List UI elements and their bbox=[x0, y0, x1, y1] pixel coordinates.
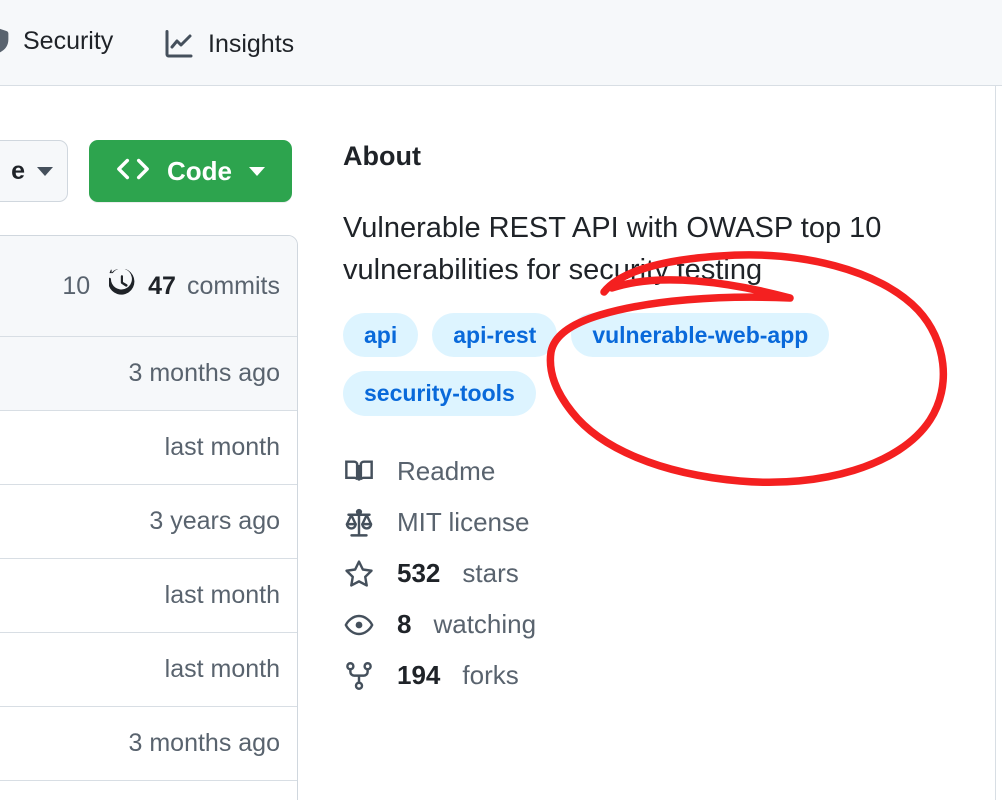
stars-label: stars bbox=[462, 558, 519, 589]
about-sidebar: About Vulnerable REST API with OWASP top… bbox=[343, 140, 983, 691]
readme-label: Readme bbox=[397, 456, 496, 487]
repository-description: Vulnerable REST API with OWASP top 10 vu… bbox=[343, 212, 882, 286]
forks-label: forks bbox=[462, 660, 519, 691]
shield-icon bbox=[0, 28, 10, 54]
forks-count: 194 bbox=[397, 660, 441, 691]
file-time: 3 years ago bbox=[149, 507, 280, 535]
eye-icon bbox=[343, 610, 375, 640]
fork-icon bbox=[343, 661, 375, 691]
contributors-count: 10 bbox=[62, 271, 91, 300]
latest-commit-header: 10 47 commits bbox=[0, 236, 297, 337]
file-list-table: 10 47 commits 3 months ago last month 3 … bbox=[0, 235, 298, 800]
repository-page: Security Insights e Code 10 47 commits 3… bbox=[0, 0, 1002, 800]
law-icon bbox=[343, 508, 375, 538]
nav-item-security-label: Security bbox=[23, 26, 114, 55]
star-icon bbox=[343, 559, 375, 589]
table-row[interactable]: ... last month bbox=[0, 633, 297, 707]
chevron-down-icon bbox=[37, 166, 53, 176]
commits-count: 47 bbox=[148, 271, 176, 300]
topic-tag-vulnerable-web-app[interactable]: vulnerable-web-app bbox=[571, 312, 830, 358]
readme-link[interactable]: Readme bbox=[343, 456, 983, 487]
commits-label: commits bbox=[186, 271, 280, 300]
watchers-label: watching bbox=[433, 609, 537, 640]
topic-tag-api[interactable]: api bbox=[343, 312, 419, 358]
about-meta-list: Readme MIT license 532 stars 8 watching … bbox=[343, 456, 983, 691]
topic-tag-security-tools[interactable]: security-tools bbox=[343, 371, 536, 417]
table-row[interactable]: 3 months ago bbox=[0, 337, 297, 411]
book-icon bbox=[343, 457, 375, 487]
history-clock-icon bbox=[108, 267, 137, 304]
commit-count-link[interactable]: 47 commits bbox=[108, 267, 280, 304]
stars-link[interactable]: 532 stars bbox=[343, 558, 983, 589]
file-time: 3 months ago bbox=[128, 359, 281, 387]
topic-list: api api-rest vulnerable-web-app security… bbox=[343, 312, 883, 417]
page-right-divider bbox=[995, 86, 996, 800]
code-button-label: Code bbox=[167, 156, 232, 186]
file-time: last month bbox=[164, 655, 280, 683]
table-row[interactable]: last month bbox=[0, 559, 297, 633]
license-label: MIT license bbox=[397, 507, 530, 538]
branch-selector[interactable]: e bbox=[0, 140, 68, 202]
table-row[interactable]: 3 months ago bbox=[0, 707, 297, 781]
chevron-down-icon bbox=[249, 166, 265, 176]
watchers-count: 8 bbox=[397, 609, 412, 640]
file-time: 3 months ago bbox=[128, 729, 281, 757]
nav-item-insights[interactable]: Insights bbox=[163, 28, 294, 60]
table-row[interactable]: last month bbox=[0, 411, 297, 485]
code-brackets-icon bbox=[116, 156, 150, 187]
code-button[interactable]: Code bbox=[89, 140, 292, 202]
file-time: last month bbox=[164, 433, 280, 461]
repo-nav-bar: Security Insights bbox=[0, 0, 1002, 86]
forks-link[interactable]: 194 forks bbox=[343, 660, 983, 691]
about-heading: About bbox=[343, 141, 421, 171]
nav-item-insights-label: Insights bbox=[208, 29, 295, 58]
table-row[interactable]: 3 years ago bbox=[0, 485, 297, 559]
topic-tag-api-rest[interactable]: api-rest bbox=[432, 312, 558, 358]
nav-item-security[interactable]: Security bbox=[0, 28, 113, 54]
file-time: last month bbox=[164, 581, 280, 609]
graph-icon bbox=[163, 28, 195, 60]
branch-selector-label: e bbox=[11, 156, 25, 185]
watchers-link[interactable]: 8 watching bbox=[343, 609, 983, 640]
license-link[interactable]: MIT license bbox=[343, 507, 983, 538]
stars-count: 532 bbox=[397, 558, 441, 589]
